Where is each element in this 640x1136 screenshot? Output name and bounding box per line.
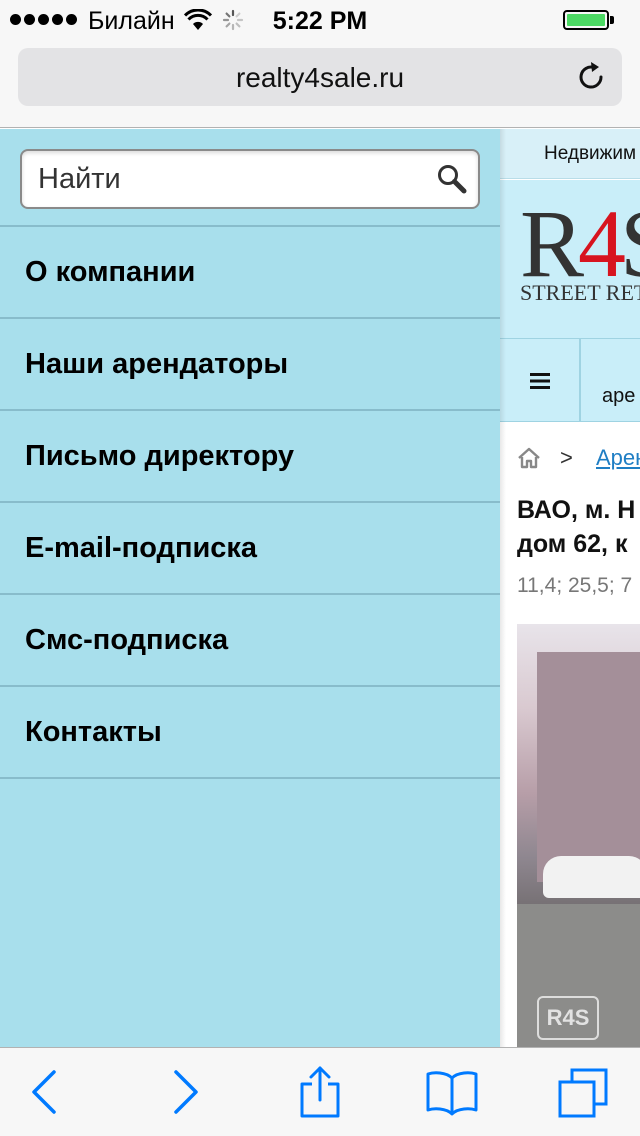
- battery-icon: [563, 10, 609, 30]
- clock: 5:22 PM: [272, 7, 368, 35]
- photo-watermark: R4S: [537, 996, 599, 1040]
- breadcrumb-link[interactable]: Аренд: [596, 445, 640, 471]
- menu-list: О компании Наши арендаторы Письмо директ…: [0, 227, 500, 779]
- bookmarks-icon[interactable]: [422, 1064, 482, 1120]
- site-logo[interactable]: R4S STREET RET: [500, 180, 640, 338]
- menu-item-sms-subscription[interactable]: Смс-подписка: [0, 595, 500, 687]
- back-icon[interactable]: [14, 1064, 74, 1120]
- page-content: Недвижим R4S STREET RET аре > Аренд ВАО,…: [500, 129, 640, 1047]
- photo-building: [537, 652, 640, 882]
- breadcrumb: > Аренд: [516, 445, 640, 475]
- listing-title-line: ВАО, м. Н: [517, 496, 636, 524]
- menu-item-about[interactable]: О компании: [0, 227, 500, 319]
- menu-item-letter-to-director[interactable]: Письмо директору: [0, 411, 500, 503]
- battery-tip: [610, 16, 614, 24]
- address-bar[interactable]: realty4sale.ru: [18, 48, 622, 106]
- listing-title: ВАО, м. Н дом 62, к: [517, 493, 640, 561]
- photo-car: [543, 856, 640, 898]
- listing-photo[interactable]: R4S: [517, 624, 640, 1047]
- url-text[interactable]: realty4sale.ru: [18, 62, 622, 94]
- home-icon[interactable]: [516, 445, 542, 471]
- listing-title-line: дом 62, к: [517, 530, 628, 558]
- hamburger-menu-button[interactable]: [500, 339, 581, 422]
- search-box[interactable]: [20, 149, 480, 209]
- listing-meta: 11,4; 25,5; 7: [517, 574, 633, 597]
- logo-subtitle: STREET RET: [520, 280, 640, 305]
- logo-mark: R4S: [520, 196, 640, 292]
- site-top-strip[interactable]: Недвижим: [500, 129, 640, 179]
- forward-icon[interactable]: [156, 1064, 216, 1120]
- browser-toolbar: [0, 1047, 640, 1136]
- site-nav-link[interactable]: аре: [602, 385, 635, 408]
- search-icon[interactable]: [436, 163, 468, 195]
- status-bar: Билайн 5:22 PM: [0, 0, 640, 40]
- share-icon[interactable]: [290, 1064, 350, 1120]
- tabs-icon[interactable]: [554, 1064, 614, 1120]
- breadcrumb-separator: >: [560, 445, 573, 470]
- site-navigation-row: аре: [500, 338, 640, 422]
- menu-item-email-subscription[interactable]: E-mail-подписка: [0, 503, 500, 595]
- side-menu: О компании Наши арендаторы Письмо директ…: [0, 129, 500, 1047]
- browser-navigation-bar: realty4sale.ru: [0, 40, 640, 128]
- menu-item-contacts[interactable]: Контакты: [0, 687, 500, 779]
- reload-icon[interactable]: [574, 60, 608, 94]
- menu-item-tenants[interactable]: Наши арендаторы: [0, 319, 500, 411]
- hamburger-icon: [529, 372, 550, 389]
- search-input[interactable]: [38, 159, 438, 199]
